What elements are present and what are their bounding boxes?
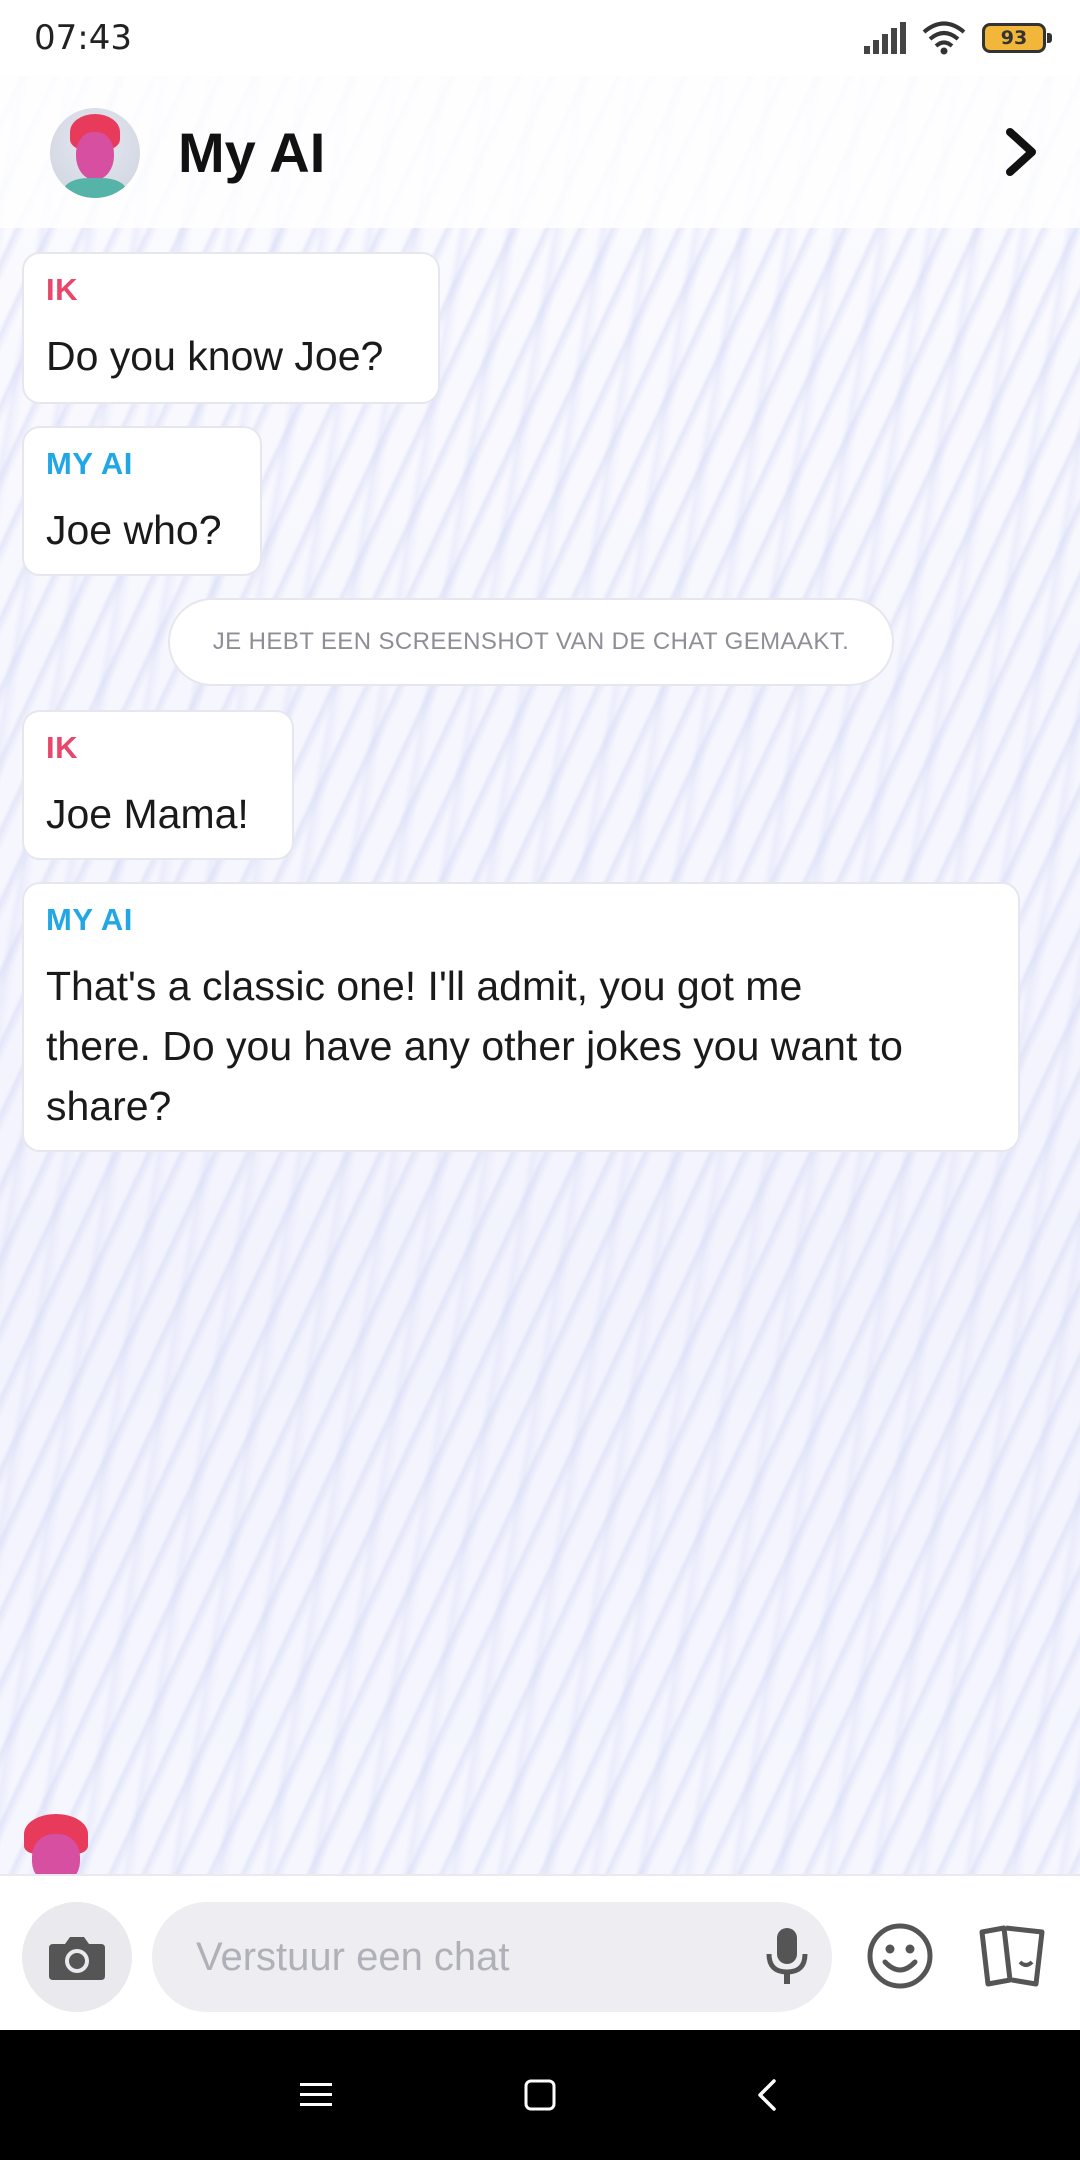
avatar[interactable] xyxy=(50,108,140,198)
stickers-icon[interactable] xyxy=(976,1922,1048,1990)
message-text-line: That's a classic one! I'll admit, you go… xyxy=(46,963,803,1009)
status-bar: 07:43 93 xyxy=(0,0,1080,76)
camera-icon xyxy=(49,1937,105,1980)
back-icon[interactable] xyxy=(748,2075,788,2115)
message-text-line: there. Do you have any other jokes you w… xyxy=(46,1023,903,1069)
chat-input-placeholder: Verstuur een chat xyxy=(196,1934,510,1979)
battery-level: 93 xyxy=(1000,27,1028,49)
message-bubble: MY AI That's a classic one! I'll admit, … xyxy=(22,882,1020,1152)
message-sender: IK xyxy=(46,272,78,307)
chat-input[interactable]: Verstuur een chat xyxy=(152,1902,832,2012)
chat-input-bar: Verstuur een chat xyxy=(0,1874,1080,2032)
chevron-right-icon[interactable] xyxy=(994,126,1046,178)
wifi-icon xyxy=(922,21,966,55)
message-sender: IK xyxy=(46,730,78,765)
signal-icon xyxy=(864,22,906,54)
message-text-line: share? xyxy=(46,1083,172,1129)
menu-icon[interactable] xyxy=(296,2075,336,2115)
microphone-icon[interactable] xyxy=(762,1926,812,1988)
status-time: 07:43 xyxy=(34,18,132,58)
home-icon[interactable] xyxy=(520,2075,560,2115)
typing-avatar xyxy=(14,1808,100,1874)
message-text: Joe who? xyxy=(46,507,222,553)
message-sender: MY AI xyxy=(46,902,133,937)
system-navigation-bar xyxy=(0,2030,1080,2160)
screenshot-notice: JE HEBT EEN SCREENSHOT VAN DE CHAT GEMAA… xyxy=(168,598,894,686)
message-bubble: IK Joe Mama! xyxy=(22,710,294,860)
emoji-icon[interactable] xyxy=(866,1922,934,1990)
battery-indicator: 93 xyxy=(982,23,1052,53)
status-icons: 93 xyxy=(864,18,1052,58)
page-title[interactable]: My AI xyxy=(178,120,325,185)
message-bubble: MY AI Joe who? xyxy=(22,426,262,576)
message-sender: MY AI xyxy=(46,446,133,481)
message-text: Do you know Joe? xyxy=(46,333,384,379)
chat-header: My AI xyxy=(0,76,1080,228)
camera-button[interactable] xyxy=(22,1902,132,2012)
message-text: Joe Mama! xyxy=(46,791,249,837)
message-bubble: IK Do you know Joe? xyxy=(22,252,440,404)
